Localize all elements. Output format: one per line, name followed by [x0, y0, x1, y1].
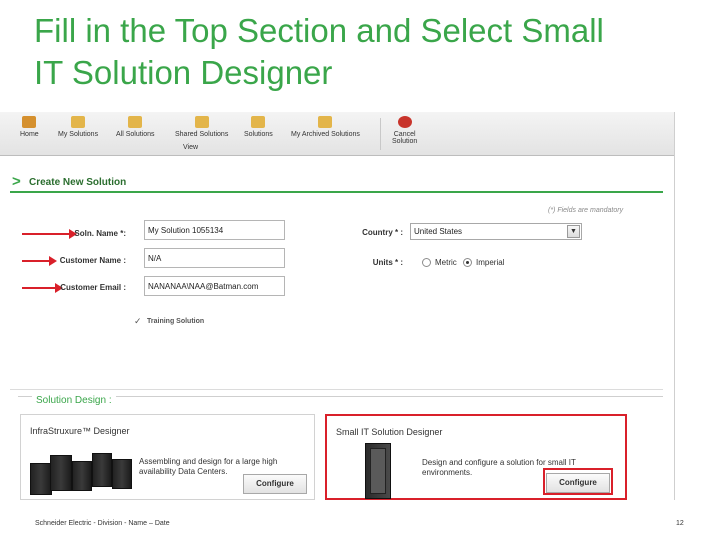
server-rack-image — [365, 443, 391, 499]
toolbar-cancel-label-2: Solution — [392, 138, 418, 145]
data-center-racks-image — [30, 449, 134, 497]
units-imperial-radio[interactable] — [463, 258, 472, 267]
folder-icon — [128, 116, 143, 128]
units-imperial-label: Imperial — [476, 258, 505, 267]
app-screenshot: Home My Solutions All Solutions Shared S… — [0, 112, 686, 500]
country-label: Country * : — [362, 228, 403, 237]
toolbar-home-label: Home — [20, 131, 39, 138]
solution-name-input[interactable]: My Solution 1055134 — [144, 220, 285, 240]
home-icon — [22, 116, 37, 128]
solution-name-label: Soln. Name *: — [74, 229, 126, 238]
section-divider — [10, 389, 663, 390]
chevron-right-icon: > — [12, 173, 21, 190]
slide-title-line-1: Fill in the Top Section and Select Small — [34, 12, 604, 49]
archive-folder-icon — [318, 116, 333, 128]
toolbar-separator — [380, 118, 381, 150]
annotation-arrow — [22, 283, 63, 293]
small-it-designer-title: Small IT Solution Designer — [336, 427, 443, 437]
country-select-value: United States — [414, 227, 463, 236]
toolbar-all-solutions-label: All Solutions — [116, 131, 155, 138]
folder-icon — [71, 116, 86, 128]
annotation-arrow — [22, 256, 57, 266]
slide-title-line-2: IT Solution Designer — [34, 54, 333, 91]
toolbar-shared-solutions-button[interactable]: Shared Solutions — [175, 116, 228, 138]
slide-title: Fill in the Top Section and Select Small… — [34, 10, 694, 94]
toolbar-solutions-button[interactable]: Solutions — [244, 116, 273, 138]
configure-highlight-box — [543, 468, 613, 495]
toolbar-archived-solutions-button[interactable]: My Archived Solutions — [291, 116, 360, 138]
page-number: 12 — [676, 520, 684, 527]
screenshot-border — [674, 112, 675, 500]
units-metric-radio[interactable] — [422, 258, 431, 267]
toolbar: Home My Solutions All Solutions Shared S… — [0, 112, 674, 156]
toolbar-shared-solutions-label: Shared Solutions — [175, 131, 229, 138]
infrastruxure-designer-title: InfraStruxure™ Designer — [30, 426, 130, 436]
chevron-down-icon[interactable]: ▼ — [567, 225, 580, 238]
training-solution-checkbox[interactable]: ✓ — [134, 317, 143, 326]
solution-design-heading-text: Solution Design : — [32, 395, 116, 406]
toolbar-view-caption: View — [183, 144, 199, 151]
toolbar-solutions-label: Solutions — [244, 131, 273, 138]
toolbar-cancel-solution-button[interactable]: Cancel Solution — [392, 116, 417, 145]
units-label: Units * : — [372, 258, 403, 267]
solution-design-heading: Solution Design : — [18, 395, 663, 406]
mandatory-note: (*) Fields are mandatory — [548, 207, 624, 214]
customer-email-input[interactable]: NANANAA\NAA@Batman.com — [144, 276, 285, 296]
toolbar-cancel-label: Cancel — [393, 131, 416, 138]
country-select[interactable]: United States ▼ — [410, 223, 582, 240]
shared-folder-icon — [194, 116, 209, 128]
toolbar-home-button[interactable]: Home — [20, 116, 39, 138]
footer-text: Schneider Electric - Division - Name – D… — [35, 520, 170, 527]
toolbar-my-solutions-button[interactable]: My Solutions — [58, 116, 98, 138]
toolbar-archived-solutions-label: My Archived Solutions — [291, 131, 360, 138]
toolbar-all-solutions-button[interactable]: All Solutions — [116, 116, 155, 138]
create-solution-heading-text: Create New Solution — [29, 177, 127, 188]
units-metric-label: Metric — [435, 258, 457, 267]
customer-name-label: Customer Name : — [59, 256, 126, 265]
training-solution-label: Training Solution — [147, 318, 205, 325]
toolbar-my-solutions-label: My Solutions — [58, 131, 99, 138]
configure-button-infrastruxure[interactable]: Configure — [243, 474, 307, 494]
cancel-icon — [397, 116, 412, 128]
customer-name-input[interactable]: N/A — [144, 248, 285, 268]
create-solution-heading: > Create New Solution — [10, 173, 663, 193]
customer-email-label: Customer Email : — [60, 283, 126, 292]
folder-icon — [251, 116, 266, 128]
annotation-arrow — [22, 229, 77, 239]
infrastruxure-designer-card: InfraStruxure™ Designer Assembling and d… — [20, 414, 315, 500]
